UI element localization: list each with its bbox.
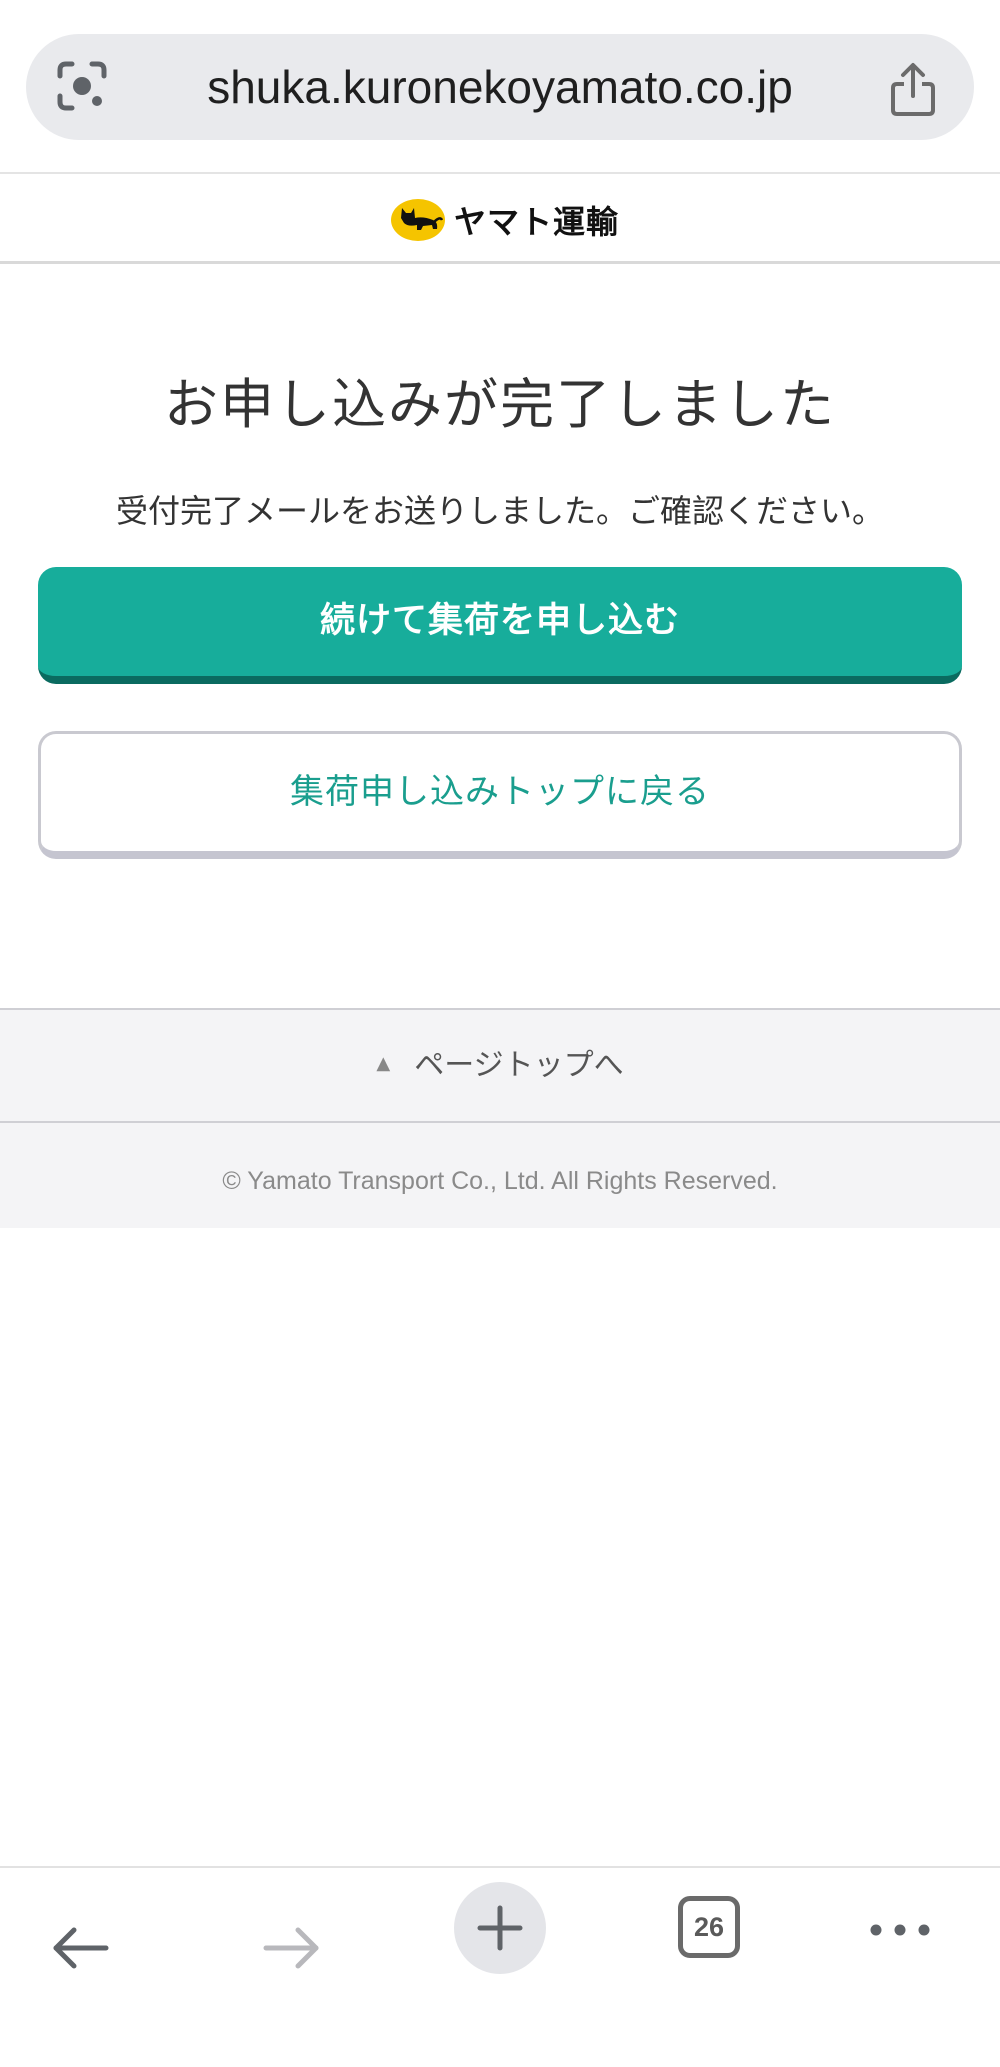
back-arrow-icon[interactable] xyxy=(50,1922,110,1974)
new-tab-button[interactable] xyxy=(454,1882,546,1974)
logo-text: ヤマト運輸 xyxy=(454,203,620,241)
plus-icon xyxy=(477,1905,523,1951)
triangle-up-icon: ▲ xyxy=(376,1053,391,1074)
footer: © Yamato Transport Co., Ltd. All Rights … xyxy=(0,1123,1000,1228)
more-dots-icon[interactable] xyxy=(868,1920,932,1940)
page-title: お申し込みが完了しました xyxy=(164,373,836,436)
yamato-logo[interactable]: ヤマト運輸 xyxy=(390,196,619,244)
back-to-top-button[interactable]: 集荷申し込みトップに戻る xyxy=(38,731,962,859)
page-top-link[interactable]: ▲ ページトップへ xyxy=(0,1008,1000,1123)
google-lens-icon[interactable] xyxy=(56,60,108,112)
black-cat-logo-icon xyxy=(390,198,446,242)
forward-arrow-icon[interactable] xyxy=(262,1922,322,1974)
continue-pickup-button[interactable]: 続けて集荷を申し込む xyxy=(38,567,962,684)
browser-bottom-toolbar: 26 xyxy=(0,1866,1000,2067)
share-icon[interactable] xyxy=(888,62,938,118)
site-header: ヤマト運輸 xyxy=(0,172,1000,264)
tab-count-button[interactable]: 26 xyxy=(678,1896,740,1958)
url-text[interactable]: shuka.kuronekoyamato.co.jp xyxy=(130,34,870,140)
browser-top-bar: shuka.kuronekoyamato.co.jp xyxy=(0,0,1000,172)
page-top-label: ページトップへ xyxy=(414,1048,624,1083)
copyright-text: © Yamato Transport Co., Ltd. All Rights … xyxy=(222,1167,778,1195)
confirmation-message: 受付完了メールをお送りしました。ご確認ください。 xyxy=(115,492,884,530)
